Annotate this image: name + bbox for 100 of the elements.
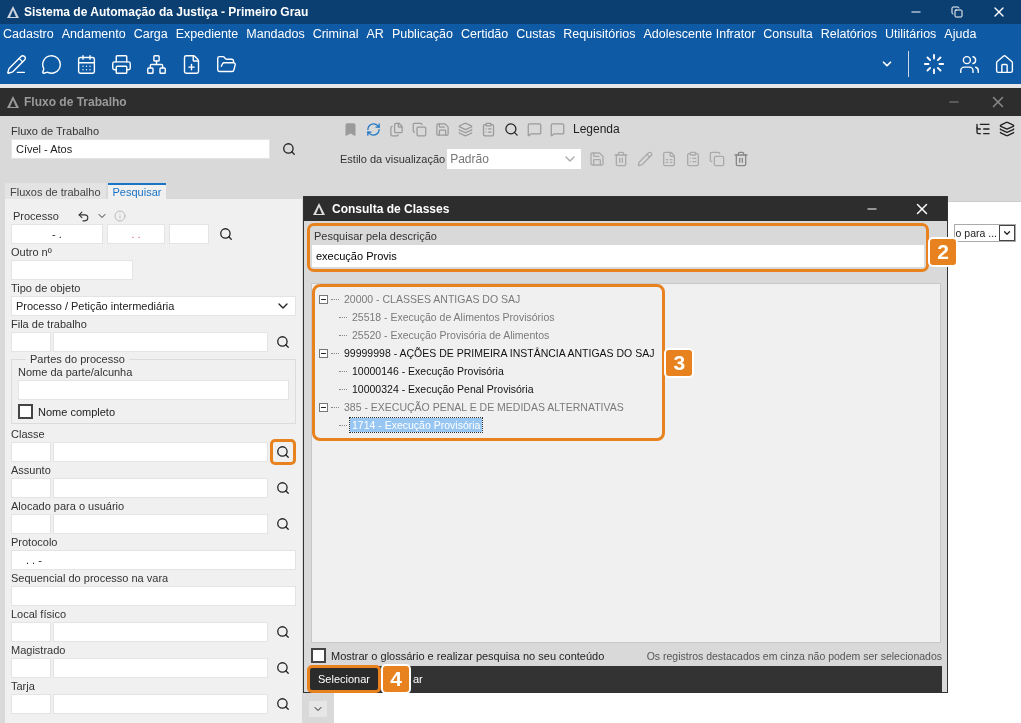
name-field[interactable] — [53, 622, 268, 642]
save-icon[interactable] — [435, 121, 450, 137]
legend-link[interactable]: Legenda — [573, 122, 620, 136]
window-title: Fluxo de Trabalho — [24, 95, 128, 109]
comment-icon[interactable] — [550, 121, 565, 137]
duplicate-icon[interactable] — [412, 121, 427, 137]
search-icon — [276, 661, 290, 675]
layers-icon[interactable] — [458, 121, 473, 137]
process-number-field[interactable]: . . — [107, 224, 165, 244]
menu-item[interactable]: Requisitórios — [563, 27, 636, 41]
save-icon[interactable] — [589, 151, 606, 167]
name-field[interactable] — [53, 694, 268, 714]
menu-item[interactable]: Carga — [133, 27, 168, 41]
menu-item[interactable]: Cadastro — [3, 27, 54, 41]
collapse-icon[interactable] — [319, 348, 328, 358]
process-number-field[interactable] — [169, 224, 209, 244]
code-field[interactable] — [11, 478, 51, 498]
tree-item[interactable]: 99999998 - AÇÕES DE PRIMEIRA INSTÂNCIA ANTIGAS DO SAJ — [342, 346, 657, 360]
info-icon[interactable] — [113, 210, 126, 222]
tree-item[interactable]: 10000146 - Execução Provisória — [350, 364, 506, 378]
refresh-icon[interactable] — [366, 121, 381, 137]
folder-icon[interactable] — [216, 53, 237, 75]
view-style-select[interactable]: Padrão — [447, 149, 582, 169]
text-field[interactable] — [11, 260, 133, 280]
field-label: Classe — [11, 427, 46, 441]
menu-item[interactable]: Consulta — [763, 27, 813, 41]
document-icon[interactable] — [481, 121, 496, 137]
tab[interactable]: Fluxos de trabalho — [5, 183, 106, 199]
text-field[interactable]: . . - — [11, 550, 296, 570]
menu-item[interactable]: Adolescente Infrator — [643, 27, 756, 41]
text-field[interactable] — [18, 380, 289, 400]
menu-item[interactable]: Publicação — [391, 27, 454, 41]
home-icon[interactable] — [994, 53, 1015, 75]
comment-icon[interactable] — [527, 121, 542, 137]
menu-item[interactable]: Custas — [516, 27, 556, 41]
tree-item[interactable]: 10000324 - Execução Penal Provisória — [350, 382, 536, 396]
trash-icon[interactable] — [733, 151, 750, 167]
code-field[interactable] — [11, 332, 51, 352]
code-field[interactable] — [11, 442, 51, 462]
field-label: Estilo da visualização — [340, 152, 446, 166]
field-label: Local físico — [11, 607, 68, 621]
menu-item[interactable]: Expediente — [175, 27, 239, 41]
name-field[interactable] — [53, 332, 268, 352]
edit-icon[interactable] — [6, 53, 27, 75]
full-name-checkbox[interactable]: Nome completo — [18, 404, 289, 419]
code-field[interactable] — [11, 658, 51, 678]
field-label: Processo — [13, 209, 59, 223]
process-number-field[interactable]: - . — [11, 224, 103, 244]
name-field[interactable] — [53, 514, 268, 534]
object-type-select[interactable]: Processo / Petição intermediária — [11, 296, 296, 316]
code-field[interactable] — [11, 694, 51, 714]
hierarchy-icon[interactable] — [146, 53, 167, 75]
menu-item[interactable]: Ajuda — [944, 27, 977, 41]
column-filter[interactable]: o para ... — [953, 224, 1016, 242]
restore-icon[interactable] — [951, 6, 963, 18]
glossary-checkbox[interactable]: Mostrar o glossário e realizar pesquisa no seu conteúdo — [311, 648, 605, 663]
trash-icon[interactable] — [613, 151, 630, 167]
duplicate-icon[interactable] — [709, 151, 726, 167]
workflow-field[interactable]: Cível - Atos — [11, 139, 270, 159]
bookmark-icon[interactable] — [343, 121, 358, 137]
group-legend: Partes do processo — [26, 353, 129, 365]
document-icon[interactable] — [685, 151, 702, 167]
text-field[interactable] — [11, 586, 296, 606]
tab[interactable]: Pesquisar — [107, 183, 167, 199]
menu-item[interactable]: Relatórios — [820, 27, 877, 41]
loading-icon[interactable] — [923, 53, 945, 75]
document-add-icon[interactable] — [181, 53, 202, 75]
scroll-down-button[interactable] — [309, 701, 327, 717]
field-label: Tarja — [11, 679, 36, 693]
calendar-icon[interactable] — [76, 53, 97, 75]
code-field[interactable] — [11, 514, 51, 534]
field-label: Pesquisar pela descrição — [313, 229, 438, 243]
tree-view-icon[interactable] — [975, 121, 991, 137]
menu-item[interactable]: Certidão — [461, 27, 509, 41]
menu-item[interactable]: AR — [366, 27, 384, 41]
code-field[interactable] — [11, 622, 51, 642]
menu-item[interactable]: Criminal — [312, 27, 359, 41]
undo-icon[interactable] — [76, 209, 90, 223]
name-field[interactable] — [53, 658, 268, 678]
printer-icon[interactable] — [111, 53, 132, 75]
search-icon[interactable] — [504, 121, 519, 137]
field-label: Outro nº — [11, 245, 53, 259]
field-label: Protocolo — [11, 535, 59, 549]
menu-item[interactable]: Mandados — [246, 27, 305, 41]
select-button[interactable]: Selecionar — [307, 665, 381, 693]
spreadsheet-icon[interactable] — [661, 151, 678, 167]
menu-item[interactable]: Andamento — [61, 27, 126, 41]
name-field[interactable] — [53, 478, 268, 498]
search-field[interactable]: execução Provis — [312, 245, 924, 267]
app-logo-icon — [312, 202, 326, 216]
field-label: Nome da parte/alcunha — [18, 365, 134, 379]
copy-icon[interactable] — [389, 121, 404, 137]
search-icon — [282, 142, 296, 156]
pencil-icon[interactable] — [637, 151, 654, 167]
name-field[interactable] — [53, 442, 268, 462]
search-button[interactable] — [270, 439, 296, 465]
step-badge: 4 — [381, 664, 411, 694]
users-icon[interactable] — [959, 53, 980, 75]
cancel-button[interactable]: ar — [413, 673, 423, 685]
menu-item[interactable]: Utilitários — [884, 27, 937, 41]
